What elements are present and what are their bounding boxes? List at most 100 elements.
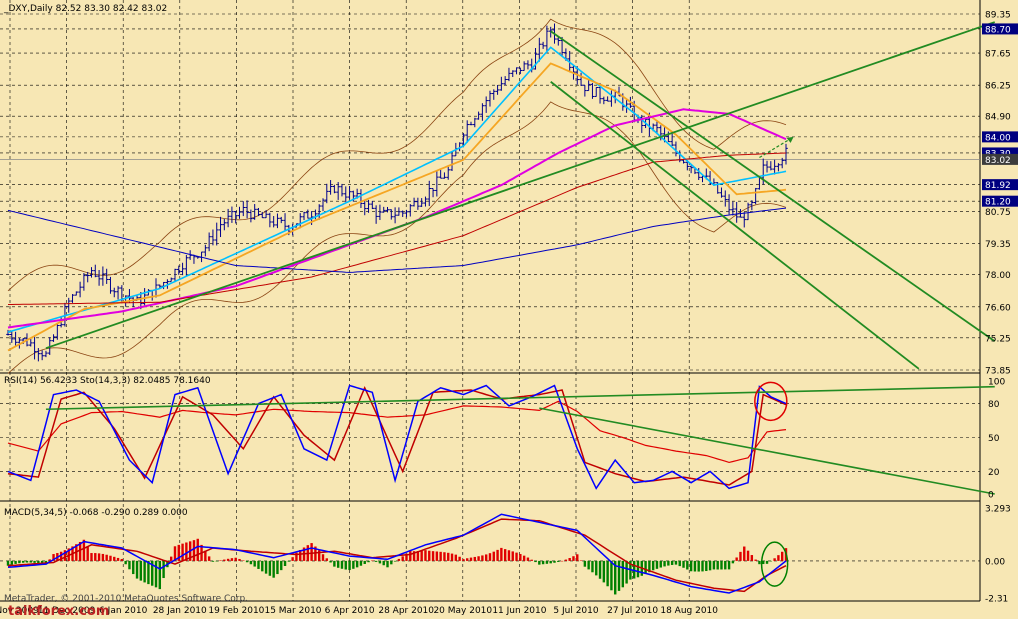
macd-histogram-bar	[97, 553, 101, 561]
macd-histogram-bar	[481, 555, 484, 561]
bollinger-band	[7, 18, 787, 292]
macd-histogram-bar	[689, 560, 693, 572]
macd-histogram-bar	[500, 547, 503, 561]
macd-histogram-bar	[386, 560, 389, 568]
macd-histogram-bar	[185, 542, 188, 561]
arrow-head	[786, 136, 794, 143]
macd-histogram-bar	[371, 560, 374, 562]
macd-histogram-bar	[355, 560, 359, 568]
x-tick-label: 6 Apr 2010	[325, 606, 375, 616]
macd-histogram-bar	[712, 560, 716, 570]
y-tick-label: 76.60	[985, 303, 1011, 313]
macd-histogram-bar	[33, 560, 36, 563]
y-tick-label: 88.70	[985, 25, 1011, 35]
ma_orange-line	[7, 62, 787, 352]
macd-histogram-bar	[367, 560, 370, 563]
macd-histogram-bar	[484, 554, 488, 561]
macd-histogram-bar	[431, 551, 435, 561]
macd-histogram-bar	[14, 560, 17, 564]
macd-histogram-bar	[541, 560, 545, 565]
y-tick-label: 75.25	[985, 334, 1011, 344]
macd-histogram-bar	[86, 546, 89, 561]
macd-histogram-bar	[557, 560, 560, 562]
macd-histogram-bar	[466, 558, 469, 561]
y-tick-label: 50	[988, 434, 1000, 444]
macd-histogram-bar	[211, 560, 215, 562]
macd-header: MACD(5,34,5) -0.068 -0.290 0.289 0.000	[4, 508, 188, 518]
macd-histogram-bar	[534, 560, 537, 563]
macd-histogram-bar	[678, 560, 681, 567]
macd-histogram-bar	[560, 560, 564, 562]
macd-histogram-bar	[458, 556, 461, 561]
macd-histogram-bar	[242, 560, 245, 561]
rsi-header: RSI(14) 56.4233 Sto(14,3,3) 82.0485 78.1…	[4, 376, 211, 386]
macd-histogram-bar	[280, 560, 283, 571]
macd-histogram-bar	[257, 560, 260, 569]
macd-histogram-bar	[439, 551, 442, 561]
macd-histogram-bar	[21, 560, 25, 563]
macd-histogram-bar	[329, 560, 332, 563]
macd-histogram-bar	[420, 550, 423, 561]
macd-histogram-bar	[382, 560, 385, 566]
macd-histogram-bar	[602, 560, 606, 583]
stoch-signal-line	[7, 385, 787, 486]
macd-histogram-bar	[625, 560, 628, 584]
macd-histogram-bar	[553, 560, 556, 563]
macd-histogram-bar	[101, 553, 105, 561]
macd-histogram-bar	[515, 552, 518, 561]
y-tick-label: 100	[988, 378, 1005, 388]
macd-histogram-bar	[511, 551, 514, 561]
macd-histogram-bar	[450, 553, 454, 561]
macd-histogram-bar	[132, 560, 135, 575]
macd-histogram-bar	[128, 560, 131, 570]
y-tick-label: 80.75	[985, 208, 1011, 218]
macd-histogram-bar	[754, 559, 757, 561]
y-tick-label: -2.31	[985, 595, 1008, 605]
y-tick-label: 3.293	[985, 505, 1011, 515]
axes: 19 Nov 200911 Dec 20096 Jan 201028 Jan 2…	[0, 11, 1018, 616]
x-tick-label: 28 Apr 2010	[378, 606, 434, 616]
macd-histogram-bar	[374, 560, 378, 562]
macd-histogram-bar	[90, 553, 93, 561]
macd-histogram-bar	[435, 551, 439, 561]
macd-histogram-bar	[147, 560, 150, 585]
macd-histogram-bar	[659, 560, 662, 568]
macd-histogram-bar	[25, 560, 29, 563]
macd-histogram-bar	[724, 560, 727, 570]
macd-histogram-bar	[667, 560, 670, 566]
macd-histogram-bar	[716, 560, 719, 570]
macd-histogram-bar	[340, 560, 344, 569]
macd-histogram-bar	[610, 560, 613, 591]
macd-histogram-bar	[591, 560, 594, 573]
macd-histogram-bar	[492, 551, 495, 561]
macd-histogram-bar	[348, 560, 351, 571]
macd-histogram-bar	[249, 560, 253, 565]
x-tick-label: 28 Jan 2010	[153, 606, 207, 616]
macd-histogram-bar	[18, 560, 21, 564]
macd-histogram-bar	[143, 560, 146, 583]
macd-histogram-bar	[587, 560, 590, 570]
macd-histogram-bar	[393, 560, 397, 562]
macd-histogram-bar	[428, 550, 431, 561]
macd-histogram-bar	[219, 560, 222, 561]
macd-histogram-bar	[238, 558, 241, 561]
macd-histogram-bar	[283, 560, 287, 566]
x-tick-label: 27 Jul 2010	[607, 606, 658, 616]
macd-histogram-bar	[333, 560, 336, 567]
y-tick-label: 0	[988, 491, 994, 501]
macd-histogram-bar	[595, 560, 598, 576]
channel_bottom-trendline	[550, 81, 920, 370]
macd-histogram-bar	[10, 560, 13, 565]
macd-histogram-bar	[693, 560, 697, 572]
macd-histogram-bar	[697, 560, 700, 572]
macd-histogram-bar	[743, 546, 746, 561]
macd-histogram-bar	[769, 560, 773, 562]
macd-histogram-bar	[606, 560, 609, 587]
macd-histogram-bar	[663, 560, 666, 567]
macd-histogram-bar	[124, 560, 127, 565]
macd-histogram-bar	[310, 543, 313, 561]
macd-histogram-bar	[390, 560, 393, 565]
macd-histogram-bar	[720, 560, 723, 570]
macd-histogram-bar	[758, 560, 761, 565]
x-tick-label: 18 Aug 2010	[660, 606, 718, 616]
